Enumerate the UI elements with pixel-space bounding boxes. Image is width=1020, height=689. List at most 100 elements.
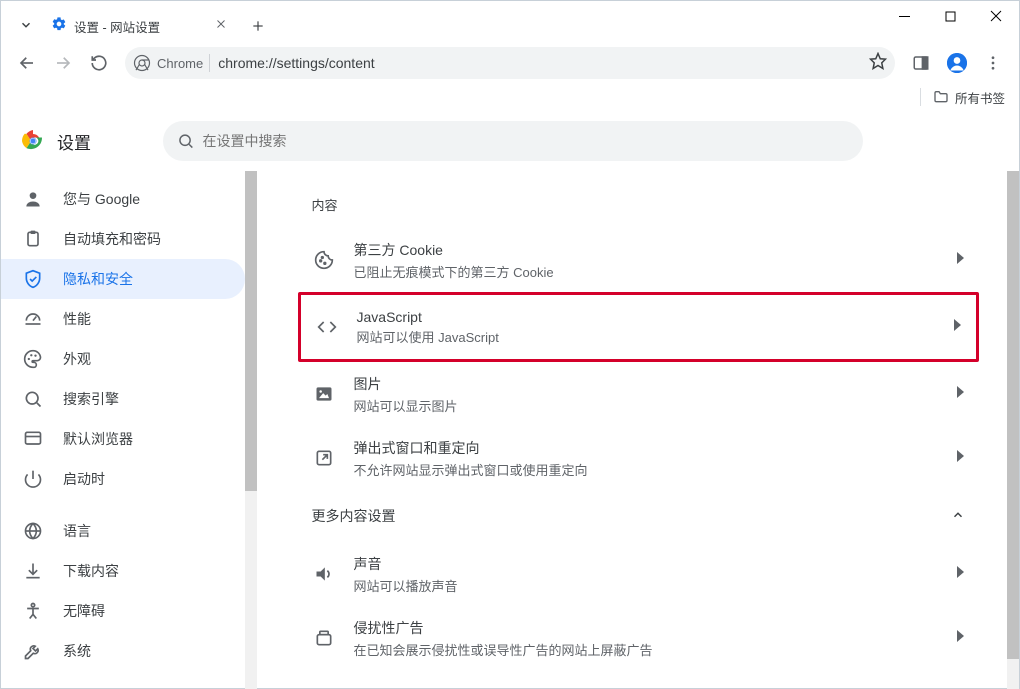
sidebar-scrollbar[interactable] — [245, 171, 257, 689]
cookie-icon — [312, 250, 336, 270]
sidebar-item-you-and-google[interactable]: 您与 Google — [1, 179, 245, 219]
chrome-logo-icon — [21, 129, 45, 153]
row-sub: 不允许网站显示弹出式窗口或使用重定向 — [354, 460, 957, 479]
side-panel-button[interactable] — [905, 47, 937, 79]
chevron-right-icon — [957, 629, 965, 647]
chevron-right-icon — [957, 251, 965, 269]
browser-icon — [23, 429, 43, 449]
chevron-right-icon — [957, 385, 965, 403]
address-bar[interactable]: Chrome chrome://settings/content — [125, 47, 895, 79]
clipboard-icon — [23, 229, 43, 249]
sidebar-item-label: 默认浏览器 — [63, 429, 133, 449]
sound-icon — [312, 564, 336, 584]
row-popups[interactable]: 弹出式窗口和重定向 不允许网站显示弹出式窗口或使用重定向 — [298, 426, 979, 490]
row-title: 弹出式窗口和重定向 — [354, 438, 957, 458]
all-bookmarks-button[interactable]: 所有书签 — [933, 88, 1005, 107]
sidebar-item-appearance[interactable]: 外观 — [1, 339, 245, 379]
bookmark-star-icon[interactable] — [869, 52, 887, 75]
row-title: 图片 — [354, 374, 957, 394]
row-sub: 网站可以播放声音 — [354, 576, 957, 595]
chrome-icon — [133, 54, 151, 72]
sidebar-item-performance[interactable]: 性能 — [1, 299, 245, 339]
sidebar-item-on-startup[interactable]: 启动时 — [1, 459, 245, 499]
sidebar-item-search-engine[interactable]: 搜索引擎 — [1, 379, 245, 419]
forward-button[interactable] — [47, 47, 79, 79]
sidebar-item-label: 系统 — [63, 641, 91, 661]
tab-search-button[interactable] — [11, 10, 41, 40]
window-controls — [881, 1, 1019, 31]
settings-sidebar: 您与 Google 自动填充和密码 隐私和安全 性能 外观 搜索引擎 — [1, 171, 245, 689]
row-sub: 网站可以使用 JavaScript — [357, 327, 954, 346]
row-title: 声音 — [354, 554, 957, 574]
sidebar-item-system[interactable]: 系统 — [1, 631, 245, 671]
folder-icon — [933, 89, 949, 105]
row-cookies[interactable]: 第三方 Cookie 已阻止无痕模式下的第三方 Cookie — [298, 228, 979, 292]
more-content-settings-toggle[interactable]: 更多内容设置 — [298, 490, 979, 542]
settings-app: 设置 您与 Google 自动填充和密码 隐私和安全 — [1, 111, 1019, 689]
reload-button[interactable] — [83, 47, 115, 79]
profile-button[interactable] — [941, 47, 973, 79]
sidebar-item-label: 启动时 — [63, 469, 105, 489]
sidebar-item-accessibility[interactable]: 无障碍 — [1, 591, 245, 631]
new-tab-button[interactable] — [243, 11, 273, 41]
sidebar-scrollbar-thumb[interactable] — [245, 171, 257, 491]
code-icon — [315, 317, 339, 337]
browser-toolbar: Chrome chrome://settings/content — [1, 43, 1019, 83]
sidebar-item-label: 外观 — [63, 349, 91, 369]
sidebar-item-label: 性能 — [63, 309, 91, 329]
image-icon — [312, 384, 336, 404]
gear-icon — [51, 16, 67, 37]
page-scrollbar[interactable] — [1007, 171, 1019, 689]
row-images[interactable]: 图片 网站可以显示图片 — [298, 362, 979, 426]
sidebar-item-label: 下载内容 — [63, 561, 119, 581]
speed-icon — [23, 309, 43, 329]
back-button[interactable] — [11, 47, 43, 79]
row-title: 第三方 Cookie — [354, 240, 957, 260]
sidebar-item-autofill[interactable]: 自动填充和密码 — [1, 219, 245, 259]
url-text: chrome://settings/content — [218, 55, 869, 71]
row-javascript[interactable]: JavaScript 网站可以使用 JavaScript — [301, 295, 976, 359]
row-title: JavaScript — [357, 309, 954, 325]
sidebar-item-label: 搜索引擎 — [63, 389, 119, 409]
ads-icon — [312, 628, 336, 648]
more-heading-label: 更多内容设置 — [312, 506, 396, 526]
sidebar-item-label: 隐私和安全 — [63, 269, 133, 289]
wrench-icon — [23, 641, 43, 661]
sidebar-item-default-browser[interactable]: 默认浏览器 — [1, 419, 245, 459]
all-bookmarks-label: 所有书签 — [955, 88, 1005, 107]
bookmarks-bar: 所有书签 — [1, 83, 1019, 111]
row-sub: 网站可以显示图片 — [354, 396, 957, 415]
sidebar-item-languages[interactable]: 语言 — [1, 511, 245, 551]
chevron-up-icon — [951, 508, 965, 525]
content-heading: 内容 — [298, 177, 979, 228]
minimize-button[interactable] — [881, 1, 927, 31]
row-title: 侵扰性广告 — [354, 618, 957, 638]
power-icon — [23, 469, 43, 489]
row-sub: 在已知会展示侵扰性或误导性广告的网站上屏蔽广告 — [354, 640, 957, 659]
highlight-box: JavaScript 网站可以使用 JavaScript — [298, 292, 979, 362]
page-scrollbar-thumb[interactable] — [1007, 171, 1019, 659]
tab-title: 设置 - 网站设置 — [74, 17, 160, 36]
active-tab[interactable]: 设置 - 网站设置 — [41, 9, 237, 43]
chevron-right-icon — [954, 318, 962, 336]
maximize-button[interactable] — [927, 1, 973, 31]
row-sub: 已阻止无痕模式下的第三方 Cookie — [354, 262, 957, 281]
avatar-icon — [947, 53, 967, 73]
sidebar-item-label: 无障碍 — [63, 601, 105, 621]
palette-icon — [23, 349, 43, 369]
shield-icon — [23, 269, 43, 289]
sidebar-item-privacy[interactable]: 隐私和安全 — [1, 259, 245, 299]
settings-search[interactable] — [163, 121, 863, 161]
sidebar-item-label: 自动填充和密码 — [63, 229, 161, 249]
download-icon — [23, 561, 43, 581]
sidebar-item-downloads[interactable]: 下载内容 — [1, 551, 245, 591]
close-tab-button[interactable] — [215, 17, 227, 35]
settings-search-input[interactable] — [195, 133, 849, 149]
close-window-button[interactable] — [973, 1, 1019, 31]
row-ads[interactable]: 侵扰性广告 在已知会展示侵扰性或误导性广告的网站上屏蔽广告 — [298, 606, 979, 670]
row-sound[interactable]: 声音 网站可以播放声音 — [298, 542, 979, 606]
omnibox-chip: Chrome — [157, 56, 203, 71]
menu-button[interactable] — [977, 47, 1009, 79]
search-icon — [23, 389, 43, 409]
popup-icon — [312, 448, 336, 468]
